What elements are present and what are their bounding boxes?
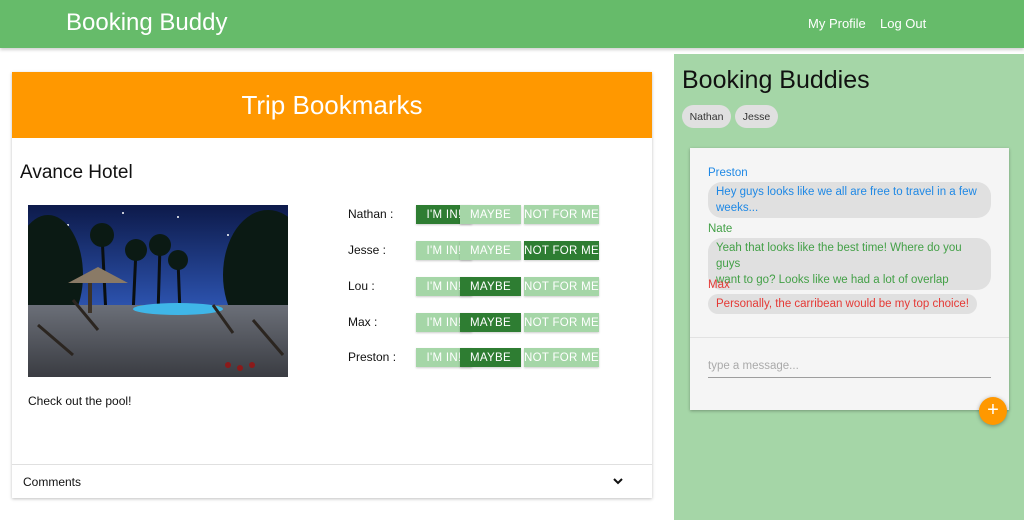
hotel-name: Avance Hotel (20, 162, 133, 183)
not-for-me-button[interactable]: NOT FOR ME (524, 348, 599, 367)
message-line: Personally, the carribean would be my to… (716, 298, 969, 310)
panel-title: Booking Buddies (682, 66, 870, 94)
message-input[interactable] (708, 354, 991, 378)
not-for-me-button[interactable]: NOT FOR ME (524, 277, 599, 296)
message-line: weeks... (716, 202, 759, 214)
maybe-button[interactable]: MAYBE (460, 241, 521, 260)
message-line: Hey guys looks like we all are free to t… (716, 186, 977, 198)
message-sender: Preston (708, 167, 748, 179)
not-for-me-button[interactable]: NOT FOR ME (524, 241, 599, 260)
message-sender: Max (708, 279, 730, 291)
trip-bookmark-card: Trip Bookmarks Avance Hotel Check out th… (12, 72, 652, 498)
brand-title[interactable]: Booking Buddy (66, 9, 227, 37)
chat-divider (690, 337, 1009, 338)
comments-label: Comments (23, 475, 82, 489)
chat-card: Preston Hey guys looks like we all are f… (690, 148, 1009, 425)
chevron-down-icon[interactable] (612, 475, 624, 487)
maybe-button[interactable]: MAYBE (460, 313, 521, 332)
maybe-button[interactable]: MAYBE (460, 205, 521, 224)
not-for-me-button[interactable]: NOT FOR ME (524, 205, 599, 224)
vote-person-name: Nathan : (348, 207, 394, 221)
message-bubble: Hey guys looks like we all are free to t… (708, 182, 991, 218)
hotel-photo (28, 205, 288, 377)
my-profile-link[interactable]: My Profile (808, 16, 866, 31)
message-line: want to go? Looks like we had a lot of o… (716, 274, 949, 286)
card-header: Trip Bookmarks (12, 72, 652, 138)
vote-person-name: Jesse : (348, 243, 387, 257)
top-app-bar: Booking Buddy My Profile Log Out (0, 0, 1024, 48)
vote-person-name: Lou : (348, 279, 375, 293)
vote-person-name: Max : (348, 315, 378, 329)
add-message-button[interactable]: + (979, 397, 1007, 425)
maybe-button[interactable]: MAYBE (460, 348, 521, 367)
buddy-chip-jesse[interactable]: Jesse (735, 105, 778, 128)
plus-icon: + (987, 399, 999, 421)
maybe-button[interactable]: MAYBE (460, 277, 521, 296)
message-sender: Nate (708, 223, 733, 235)
not-for-me-button[interactable]: NOT FOR ME (524, 313, 599, 332)
vote-person-name: Preston : (348, 350, 397, 364)
comments-expander[interactable]: Comments (12, 464, 652, 498)
message-bubble: Yeah that looks like the best time! Wher… (708, 238, 991, 290)
page-title: Trip Bookmarks (241, 89, 423, 120)
log-out-link[interactable]: Log Out (880, 16, 926, 31)
booking-buddies-panel: Booking Buddies Nathan Jesse Preston Hey… (674, 54, 1024, 520)
message-bubble: Personally, the carribean would be my to… (708, 294, 977, 314)
buddy-chip-nathan[interactable]: Nathan (682, 105, 731, 128)
message-line: Yeah that looks like the best time! Wher… (716, 242, 962, 270)
photo-caption: Check out the pool! (28, 394, 132, 408)
